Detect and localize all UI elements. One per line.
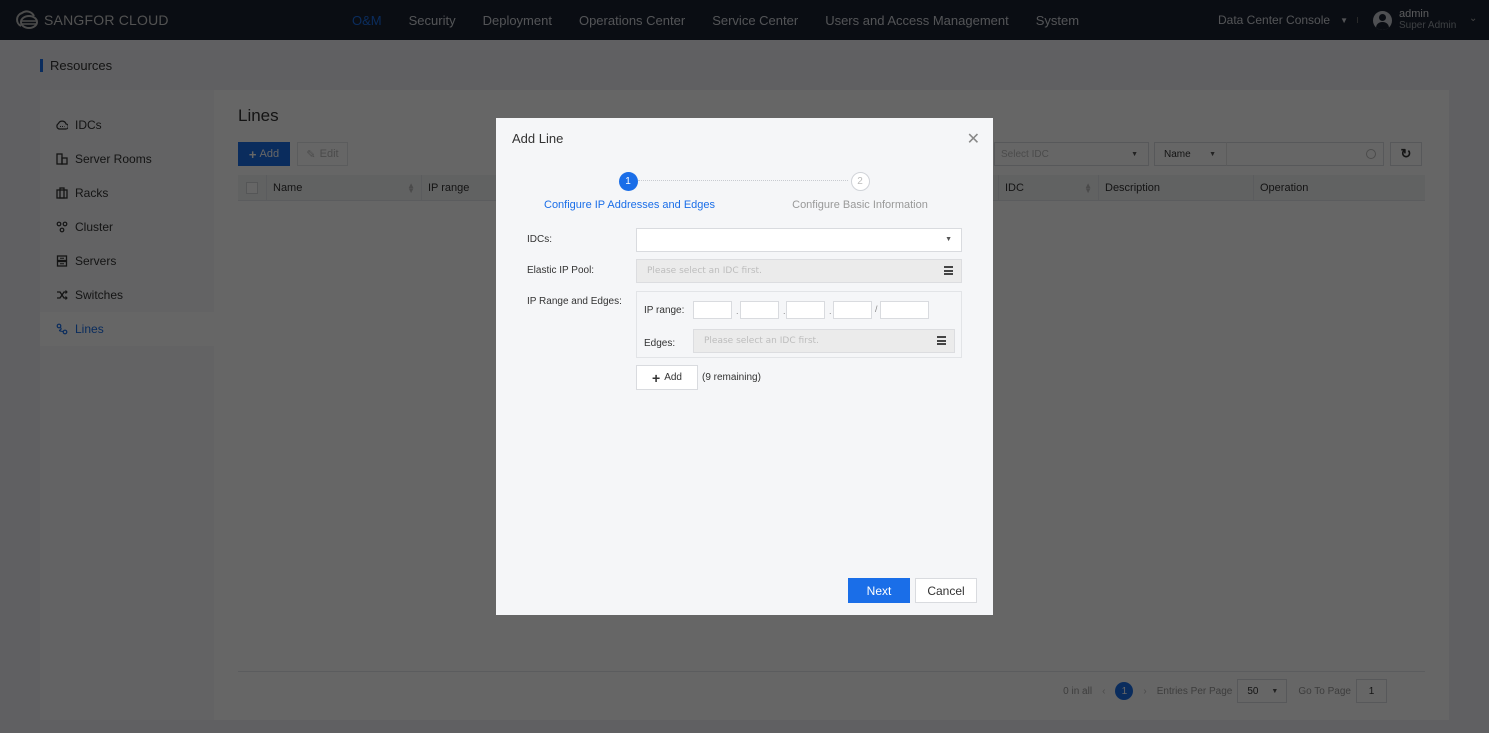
- add-label: Add: [664, 372, 682, 383]
- add-ip-range-button[interactable]: + Add: [636, 365, 698, 390]
- add-line-dialog: Add Line ✕ 1 Configure IP Addresses and …: [496, 118, 993, 615]
- dialog-title: Add Line: [512, 131, 564, 146]
- ip-mask-input[interactable]: [880, 301, 929, 319]
- ip-separator: .: [829, 306, 832, 316]
- caret-down-icon: ▼: [945, 236, 952, 243]
- ip-octet-4-input[interactable]: [833, 301, 872, 319]
- list-icon: [937, 336, 946, 345]
- ip-octet-3-input[interactable]: [786, 301, 825, 319]
- plus-icon: +: [652, 369, 661, 386]
- ip-octet-1-input[interactable]: [693, 301, 732, 319]
- step-label: Configure Basic Information: [792, 199, 928, 211]
- ip-octet-2-input[interactable]: [740, 301, 779, 319]
- list-icon: [944, 266, 953, 275]
- remaining-count: (9 remaining): [702, 372, 761, 383]
- ip-separator: .: [736, 306, 739, 316]
- elastic-ip-pool-label: Elastic IP Pool:: [527, 265, 595, 276]
- step-label: Configure IP Addresses and Edges: [544, 199, 716, 211]
- elastic-ip-pool-placeholder: Please select an IDC first.: [647, 266, 762, 276]
- ip-mask-separator: /: [875, 304, 878, 314]
- edges-field: Please select an IDC first.: [693, 329, 955, 353]
- cancel-button[interactable]: Cancel: [915, 578, 977, 603]
- step-number: 2: [850, 172, 870, 191]
- idcs-label: IDCs:: [527, 234, 552, 245]
- edges-placeholder: Please select an IDC first.: [704, 336, 819, 346]
- close-icon[interactable]: ✕: [967, 129, 980, 149]
- edges-label: Edges:: [644, 338, 676, 349]
- next-button[interactable]: Next: [848, 578, 910, 603]
- step-number: 1: [618, 172, 638, 191]
- elastic-ip-pool-field: Please select an IDC first.: [636, 259, 962, 283]
- step-1: 1 Configure IP Addresses and Edges: [544, 172, 716, 211]
- step-2: 2 Configure Basic Information: [790, 172, 930, 211]
- ip-range-edges-label: IP Range and Edges:: [527, 296, 622, 307]
- idcs-select[interactable]: ▼: [636, 228, 962, 252]
- ip-range-label: IP range:: [644, 305, 685, 316]
- ip-range-edges-group: IP range: . . . / Edges: Please select a…: [636, 291, 962, 358]
